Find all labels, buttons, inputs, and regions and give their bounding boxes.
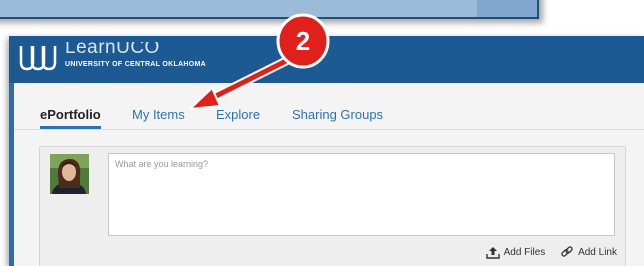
composer-actions: Add Files Add Link: [474, 245, 617, 261]
add-files-button[interactable]: Add Files: [485, 246, 546, 259]
post-composer: Add Files Add Link: [39, 146, 626, 266]
link-icon: [561, 246, 573, 257]
step-badge: 2: [276, 13, 330, 69]
add-link-label: Add Link: [578, 246, 617, 258]
previous-screenshot-fragment: [0, 0, 539, 19]
brand-subtitle: UNIVERSITY OF CENTRAL OKLAHOMA: [65, 61, 206, 68]
tab-sharing-groups[interactable]: Sharing Groups: [292, 107, 383, 122]
eportfolio-window: LearnUCO UNIVERSITY OF CENTRAL OKLAHOMA …: [9, 36, 644, 266]
step-number: 2: [295, 25, 311, 56]
post-input[interactable]: [108, 153, 615, 236]
upload-icon: [485, 247, 500, 259]
avatar: [50, 154, 89, 194]
add-files-label: Add Files: [503, 247, 546, 258]
user-photo-icon: [50, 154, 89, 194]
brand-name: LearnUCO: [65, 42, 160, 54]
add-link-button[interactable]: Add Link: [560, 245, 617, 259]
previous-screenshot-panel: [0, 0, 477, 17]
tab-bar: ePortfolio My Items Explore Sharing Grou…: [14, 83, 644, 130]
main-content: ePortfolio My Items Explore Sharing Grou…: [14, 83, 644, 266]
uco-logo-icon: [19, 46, 57, 71]
tab-eportfolio[interactable]: ePortfolio: [40, 107, 101, 129]
tab-explore[interactable]: Explore: [216, 107, 260, 122]
tab-my-items[interactable]: My Items: [132, 107, 185, 122]
